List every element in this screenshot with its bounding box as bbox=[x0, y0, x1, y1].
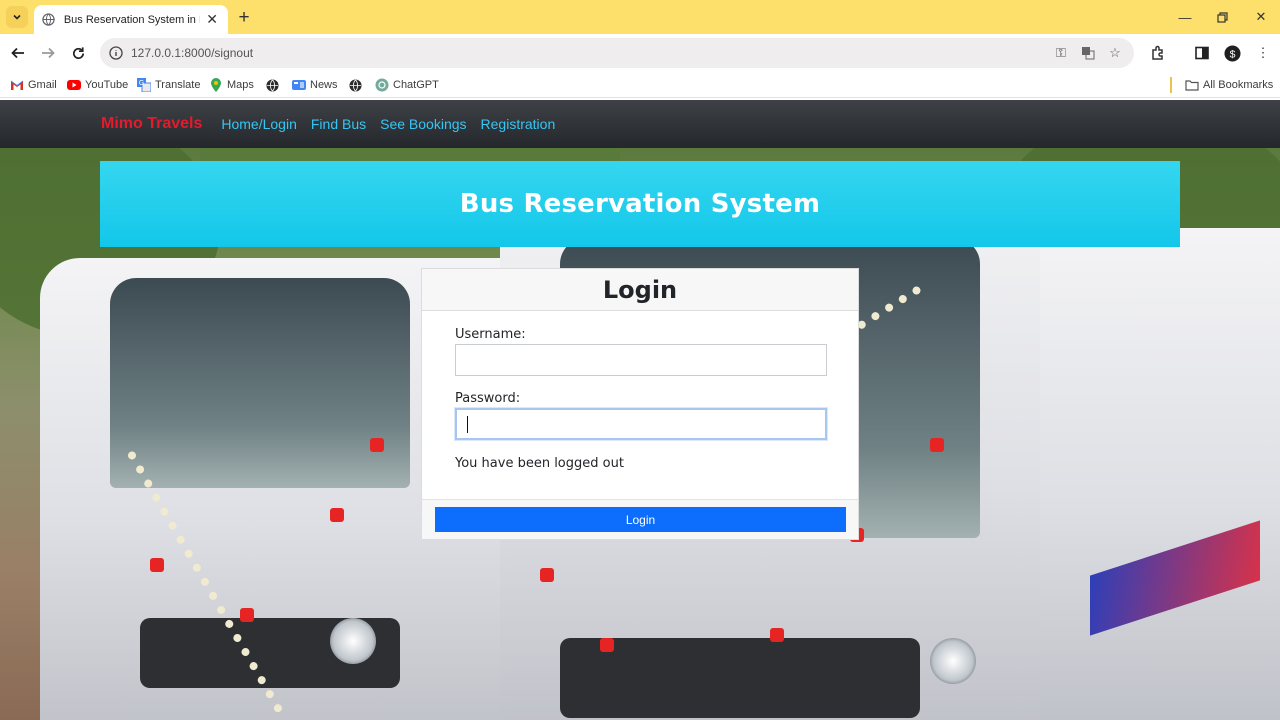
title-banner: Bus Reservation System bbox=[100, 161, 1180, 247]
all-bookmarks-folder[interactable]: All Bookmarks bbox=[1185, 76, 1273, 94]
bookmark-maps[interactable]: Maps bbox=[209, 76, 254, 94]
translate-page-icon[interactable] bbox=[1080, 45, 1096, 61]
tab-search-button[interactable] bbox=[6, 6, 28, 28]
bookmark-globe-1[interactable] bbox=[265, 76, 283, 94]
login-title: Login bbox=[602, 275, 678, 304]
news-icon bbox=[292, 78, 306, 92]
bookmark-globe-2[interactable] bbox=[348, 76, 366, 94]
password-input[interactable] bbox=[455, 408, 827, 440]
globe-icon bbox=[42, 13, 56, 27]
password-label: Password: bbox=[455, 391, 521, 406]
maps-icon bbox=[209, 78, 223, 92]
web-page: Mimo Travels Home/Login Find Bus See Boo… bbox=[0, 100, 1280, 720]
nav-link-registration[interactable]: Registration bbox=[481, 116, 556, 132]
globe-icon bbox=[265, 78, 279, 92]
close-window-button[interactable]: ✕ bbox=[1250, 6, 1272, 28]
bookmarks-divider bbox=[1170, 77, 1172, 93]
bookmark-star-icon[interactable]: ☆ bbox=[1107, 45, 1123, 61]
login-card-footer: Login bbox=[422, 499, 858, 539]
bookmark-news[interactable]: News bbox=[292, 76, 338, 94]
tab-title: Bus Reservation System in Djan bbox=[63, 13, 200, 26]
bookmarks-bar: Gmail YouTube G Translate Maps News Chat… bbox=[0, 72, 1280, 98]
login-button[interactable]: Login bbox=[435, 507, 846, 532]
site-navbar: Mimo Travels Home/Login Find Bus See Boo… bbox=[0, 100, 1280, 148]
bookmark-gmail[interactable]: Gmail bbox=[10, 76, 57, 94]
restore-icon bbox=[1216, 11, 1228, 23]
url-text: 127.0.0.1:8000/signout bbox=[131, 46, 254, 60]
bookmark-label: YouTube bbox=[85, 79, 129, 91]
all-bookmarks-label: All Bookmarks bbox=[1203, 79, 1274, 91]
bookmark-label: Gmail bbox=[28, 79, 57, 91]
arrow-left-icon bbox=[11, 47, 24, 59]
login-card: Login Username: Password: You have been … bbox=[421, 268, 859, 540]
bookmark-label: News bbox=[310, 79, 338, 91]
youtube-icon bbox=[67, 78, 81, 92]
password-key-icon[interactable]: ⚿ bbox=[1053, 45, 1069, 61]
translate-icon: G bbox=[137, 78, 151, 92]
bookmark-label: ChatGPT bbox=[393, 79, 439, 91]
nav-link-home-login[interactable]: Home/Login bbox=[221, 116, 297, 132]
minimize-button[interactable]: — bbox=[1174, 6, 1196, 28]
new-tab-button[interactable]: + bbox=[234, 7, 254, 28]
bookmark-translate[interactable]: G Translate bbox=[137, 76, 200, 94]
chevron-down-icon bbox=[13, 14, 21, 20]
nav-link-find-bus[interactable]: Find Bus bbox=[311, 116, 366, 132]
globe-icon bbox=[348, 78, 362, 92]
side-panel-icon[interactable] bbox=[1193, 44, 1211, 62]
forward-button[interactable] bbox=[37, 42, 59, 64]
browser-tabstrip: Bus Reservation System in Djan ✕ + — ✕ bbox=[0, 0, 1280, 34]
text-caret bbox=[467, 416, 468, 433]
username-input[interactable] bbox=[455, 344, 827, 376]
username-label: Username: bbox=[455, 327, 526, 342]
reload-button[interactable] bbox=[67, 42, 89, 64]
close-tab-icon[interactable]: ✕ bbox=[204, 11, 220, 28]
svg-text:G: G bbox=[139, 80, 144, 87]
bookmark-chatgpt[interactable]: ChatGPT bbox=[375, 76, 439, 94]
profile-avatar-icon[interactable]: $ bbox=[1223, 44, 1241, 62]
bookmark-youtube[interactable]: YouTube bbox=[67, 76, 128, 94]
chatgpt-icon bbox=[375, 78, 389, 92]
restore-button[interactable] bbox=[1211, 6, 1233, 28]
browser-tab[interactable]: Bus Reservation System in Djan ✕ bbox=[34, 5, 228, 34]
back-button[interactable] bbox=[7, 42, 29, 64]
page-title: Bus Reservation System bbox=[459, 189, 821, 219]
bookmark-label: Translate bbox=[155, 79, 201, 91]
brand-logo[interactable]: Mimo Travels bbox=[101, 115, 202, 133]
reload-icon bbox=[72, 46, 84, 59]
folder-icon bbox=[1185, 78, 1199, 92]
site-info-icon[interactable] bbox=[108, 45, 124, 61]
browser-toolbar: 127.0.0.1:8000/signout ⚿ ☆ $ ⋮ bbox=[0, 34, 1280, 72]
svg-text:$: $ bbox=[1229, 49, 1235, 60]
menu-kebab-icon[interactable]: ⋮ bbox=[1254, 44, 1272, 62]
bookmark-label: Maps bbox=[227, 79, 254, 91]
login-card-header: Login bbox=[422, 269, 858, 311]
nav-link-see-bookings[interactable]: See Bookings bbox=[380, 116, 466, 132]
extensions-icon[interactable] bbox=[1149, 44, 1167, 62]
address-bar[interactable]: 127.0.0.1:8000/signout ⚿ ☆ bbox=[100, 38, 1134, 68]
logout-message: You have been logged out bbox=[455, 456, 624, 471]
arrow-right-icon bbox=[42, 47, 55, 59]
gmail-icon bbox=[10, 78, 24, 92]
